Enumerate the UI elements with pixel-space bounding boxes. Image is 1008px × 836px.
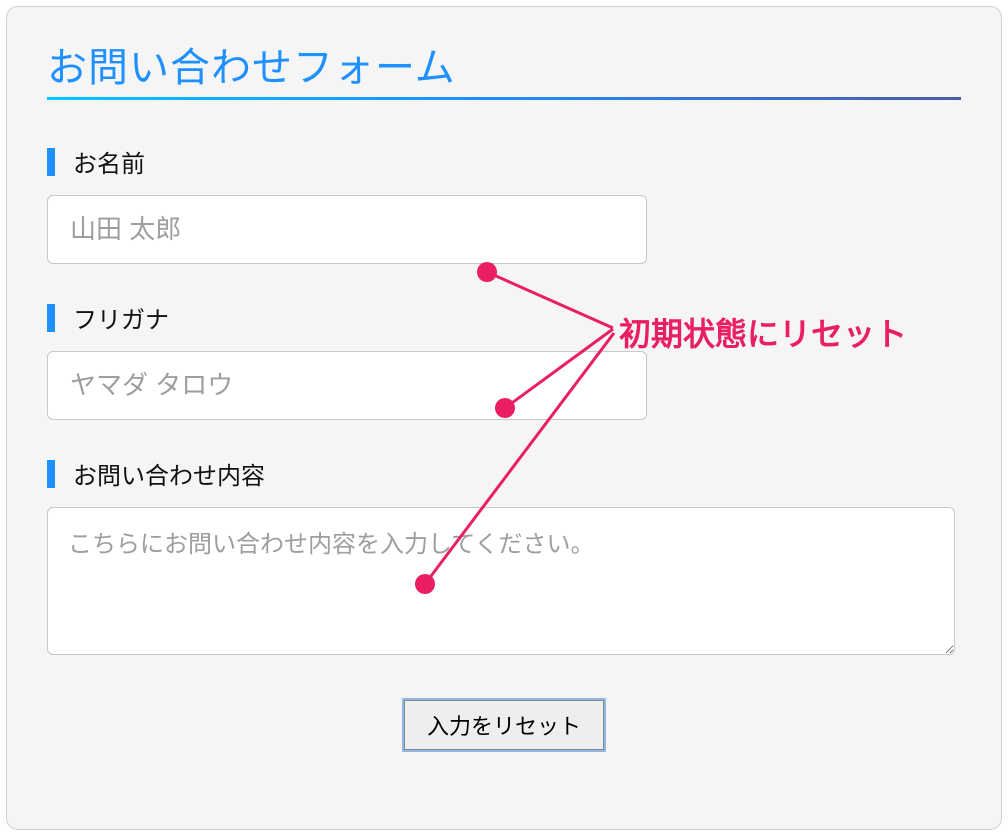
label-bar-icon bbox=[47, 148, 55, 176]
label-row-kana: フリガナ bbox=[47, 300, 961, 335]
label-kana: フリガナ bbox=[73, 300, 169, 335]
field-body: お問い合わせ内容 bbox=[47, 456, 961, 660]
label-row-body: お問い合わせ内容 bbox=[47, 456, 961, 491]
label-body: お問い合わせ内容 bbox=[73, 456, 265, 491]
title-underline bbox=[47, 97, 961, 100]
form-card: お問い合わせフォーム お名前 フリガナ お問い合わせ内容 入力をリセット bbox=[6, 6, 1002, 830]
reset-button[interactable]: 入力をリセット bbox=[404, 700, 604, 750]
field-name: お名前 bbox=[47, 144, 961, 264]
body-textarea[interactable] bbox=[47, 507, 955, 655]
label-name: お名前 bbox=[73, 144, 145, 179]
field-kana: フリガナ bbox=[47, 300, 961, 420]
kana-input[interactable] bbox=[47, 351, 647, 420]
button-row: 入力をリセット bbox=[47, 700, 961, 750]
name-input[interactable] bbox=[47, 195, 647, 264]
form-title: お問い合わせフォーム bbox=[47, 35, 961, 93]
label-bar-icon bbox=[47, 460, 55, 488]
label-row-name: お名前 bbox=[47, 144, 961, 179]
label-bar-icon bbox=[47, 304, 55, 332]
